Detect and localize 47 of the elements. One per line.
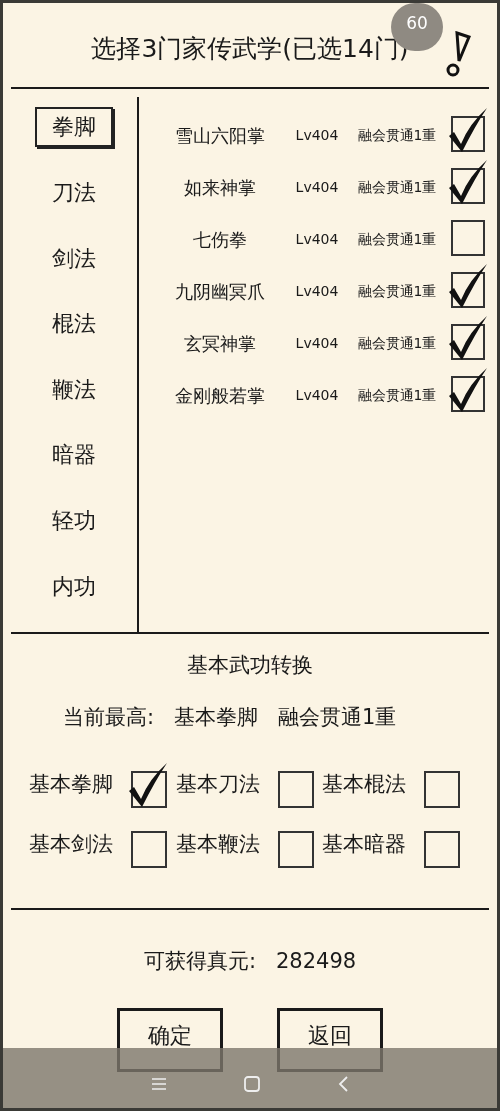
skill-level: Lv404 <box>294 385 340 405</box>
option-label: 基本暗器 <box>322 831 407 859</box>
category-tab[interactable]: 内功 <box>35 566 113 606</box>
category-tab[interactable]: 棍法 <box>35 303 113 344</box>
current-rank: 融会贯通1重 <box>278 703 397 731</box>
category-tab[interactable]: 刀法 <box>35 172 113 213</box>
skill-name: 雪山六阳掌 <box>174 123 266 148</box>
section-title: 基本武功转换 <box>187 652 313 679</box>
option-label: 基本棍法 <box>322 771 407 799</box>
home-icon[interactable] <box>244 1076 260 1092</box>
skill-rank: 融会贯通1重 <box>356 281 438 301</box>
checkbox[interactable] <box>447 106 489 154</box>
skill-rank: 融会贯通1重 <box>356 333 438 353</box>
skill-rank: 融会贯通1重 <box>356 229 438 249</box>
skill-level: Lv404 <box>294 177 340 197</box>
checkbox[interactable] <box>447 262 489 310</box>
category-tab[interactable]: 鞭法 <box>35 369 113 410</box>
exclamation-icon <box>445 31 471 77</box>
skill-level: Lv404 <box>294 125 340 145</box>
category-tab[interactable]: 拳脚 <box>35 107 113 147</box>
option-label: 基本拳脚 <box>29 771 113 799</box>
option-label: 基本剑法 <box>29 831 113 859</box>
current-label: 当前最高: <box>63 703 155 731</box>
checkbox[interactable] <box>447 158 489 206</box>
skill-level: Lv404 <box>294 281 340 301</box>
reward-value: 282498 <box>275 948 357 975</box>
skill-name: 玄冥神掌 <box>183 331 257 356</box>
current-skill: 基本拳脚 <box>174 703 259 731</box>
skill-rank: 融会贯通1重 <box>356 385 438 405</box>
option-label: 基本刀法 <box>175 771 260 799</box>
skill-level: Lv404 <box>294 229 340 249</box>
option-label: 基本鞭法 <box>175 831 260 859</box>
category-tab[interactable]: 轻功 <box>35 500 113 541</box>
category-tab[interactable]: 暗器 <box>35 435 113 475</box>
skill-name: 如来神掌 <box>183 175 257 200</box>
skill-name: 七伤拳 <box>192 227 248 252</box>
checkbox[interactable] <box>447 314 489 362</box>
reward-label: 可获得真元: <box>143 948 256 975</box>
back-icon[interactable] <box>336 1076 349 1092</box>
category-tab[interactable]: 剑法 <box>35 238 113 278</box>
checkbox[interactable] <box>127 761 169 809</box>
skill-name: 金刚般若掌 <box>174 383 266 408</box>
skill-rank: 融会贯通1重 <box>356 125 438 145</box>
skill-level: Lv404 <box>294 333 340 353</box>
checkbox[interactable] <box>447 366 489 414</box>
skill-rank: 融会贯通1重 <box>356 177 438 197</box>
skill-name: 九阴幽冥爪 <box>174 279 266 304</box>
